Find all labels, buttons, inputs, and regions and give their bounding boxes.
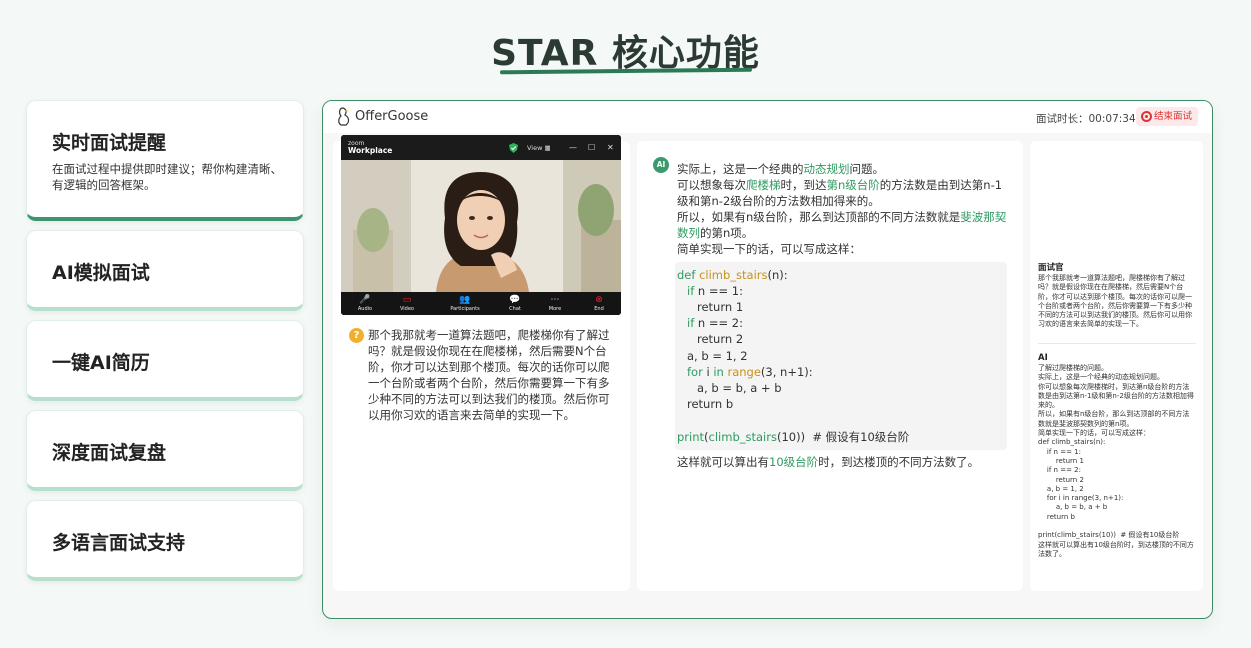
zoom-title-bar: zoom Workplace View ▦ — ☐ ✕ bbox=[341, 135, 621, 160]
stop-icon bbox=[1141, 111, 1152, 122]
transcript-ai: AI 了解过爬楼梯的问题。 实际上，这是一个经典的动态规划问题。 你可以想象每次… bbox=[1038, 353, 1194, 558]
transcript-panel: 面试官 那个我那就考一道算法题吧，爬楼梯你有了解过吗？就是假设你现在在爬楼梯，然… bbox=[1030, 141, 1203, 591]
transcript-interviewer: 面试官 那个我那就考一道算法题吧，爬楼梯你有了解过吗？就是假设你现在在爬楼梯，然… bbox=[1038, 263, 1192, 329]
zoom-participants-button[interactable]: 👥 Participants bbox=[447, 294, 483, 312]
goose-logo-icon bbox=[338, 107, 350, 126]
video-off-icon: ▭ bbox=[402, 295, 412, 305]
end-call-icon: ⊗ bbox=[595, 295, 603, 305]
zoom-audio-button[interactable]: 🎤 Audio bbox=[347, 294, 383, 312]
zoom-video-button[interactable]: ▭ Video bbox=[389, 294, 425, 312]
shield-icon bbox=[509, 143, 518, 153]
microphone-icon: 🎤 bbox=[359, 295, 371, 305]
feature-card-realtime[interactable]: 实时面试提醒 在面试过程中提供即时建议；帮你构建清晰、有逻辑的回答框架。 bbox=[26, 100, 304, 221]
feature-title: AI模拟面试 bbox=[52, 262, 150, 284]
feature-title: 一键AI简历 bbox=[52, 352, 150, 374]
zoom-chat-button[interactable]: 💬 Chat bbox=[497, 294, 533, 312]
zoom-window: zoom Workplace View ▦ — ☐ ✕ 🎤 Audio ▭ Vi… bbox=[341, 135, 621, 315]
zoom-control-bar: 🎤 Audio ▭ Video 👥 Participants 💬 Chat ⋯ More … bbox=[341, 292, 621, 315]
ai-icon: AI bbox=[653, 157, 669, 173]
close-icon[interactable]: ✕ bbox=[607, 143, 614, 152]
chat-icon: 💬 bbox=[509, 295, 521, 305]
ai-answer-panel: AI 实际上，这是一个经典的动态规划问题。 可以想象每次爬楼梯时，到达第n级台阶… bbox=[637, 141, 1023, 591]
ai-answer-text: 实际上，这是一个经典的动态规划问题。 可以想象每次爬楼梯时，到达第n级台阶的方法… bbox=[677, 162, 1007, 256]
feature-card-multilang[interactable]: 多语言面试支持 bbox=[26, 500, 304, 581]
zoom-brand: zoom Workplace bbox=[348, 140, 393, 155]
question-text: 那个我那就考一道算法题吧，爬楼梯你有了解过吗？就是假设你现在在爬楼梯，然后需要N… bbox=[368, 328, 610, 422]
feature-card-review[interactable]: 深度面试复盘 bbox=[26, 410, 304, 491]
app-window: OfferGoose 面试时长：00:07:34 结束面试 zoom Workpl… bbox=[322, 100, 1213, 619]
section-header: STAR 核心功能 bbox=[0, 24, 1251, 76]
feature-description: 在面试过程中提供即时建议；帮你构建清晰、有逻辑的回答框架。 bbox=[52, 162, 282, 192]
participant-photo bbox=[341, 160, 621, 292]
feature-title: 深度面试复盘 bbox=[52, 442, 167, 464]
more-icon: ⋯ bbox=[550, 295, 560, 305]
video-column: zoom Workplace View ▦ — ☐ ✕ 🎤 Audio ▭ Vi… bbox=[333, 135, 630, 591]
feature-title: 实时面试提醒 bbox=[52, 132, 167, 154]
end-interview-button[interactable]: 结束面试 bbox=[1136, 107, 1198, 126]
zoom-end-button[interactable]: ⊗ End bbox=[581, 294, 617, 312]
ai-answer-conclusion: 这样就可以算出有10级台阶时，到达楼顶的不同方法数了。 bbox=[677, 455, 980, 469]
divider bbox=[1038, 343, 1196, 344]
participants-icon: 👥 bbox=[459, 295, 471, 305]
feature-card-ai-mock[interactable]: AI模拟面试 bbox=[26, 230, 304, 311]
maximize-icon[interactable]: ☐ bbox=[588, 143, 595, 152]
question-icon: ? bbox=[349, 328, 364, 343]
feature-title: 多语言面试支持 bbox=[52, 532, 186, 554]
participant-video bbox=[341, 160, 621, 292]
zoom-view-button[interactable]: View ▦ bbox=[527, 144, 551, 152]
minimize-icon[interactable]: — bbox=[569, 143, 577, 152]
brand-name: OfferGoose bbox=[355, 109, 429, 124]
zoom-more-button[interactable]: ⋯ More bbox=[537, 294, 573, 312]
feature-card-resume[interactable]: 一键AI简历 bbox=[26, 320, 304, 401]
code-block: def climb_stairs(n): if n == 1: return 1… bbox=[675, 262, 1007, 450]
title-bar: OfferGoose 面试时长：00:07:34 结束面试 bbox=[323, 101, 1212, 133]
interview-timer: 面试时长：00:07:34 bbox=[1036, 113, 1136, 125]
